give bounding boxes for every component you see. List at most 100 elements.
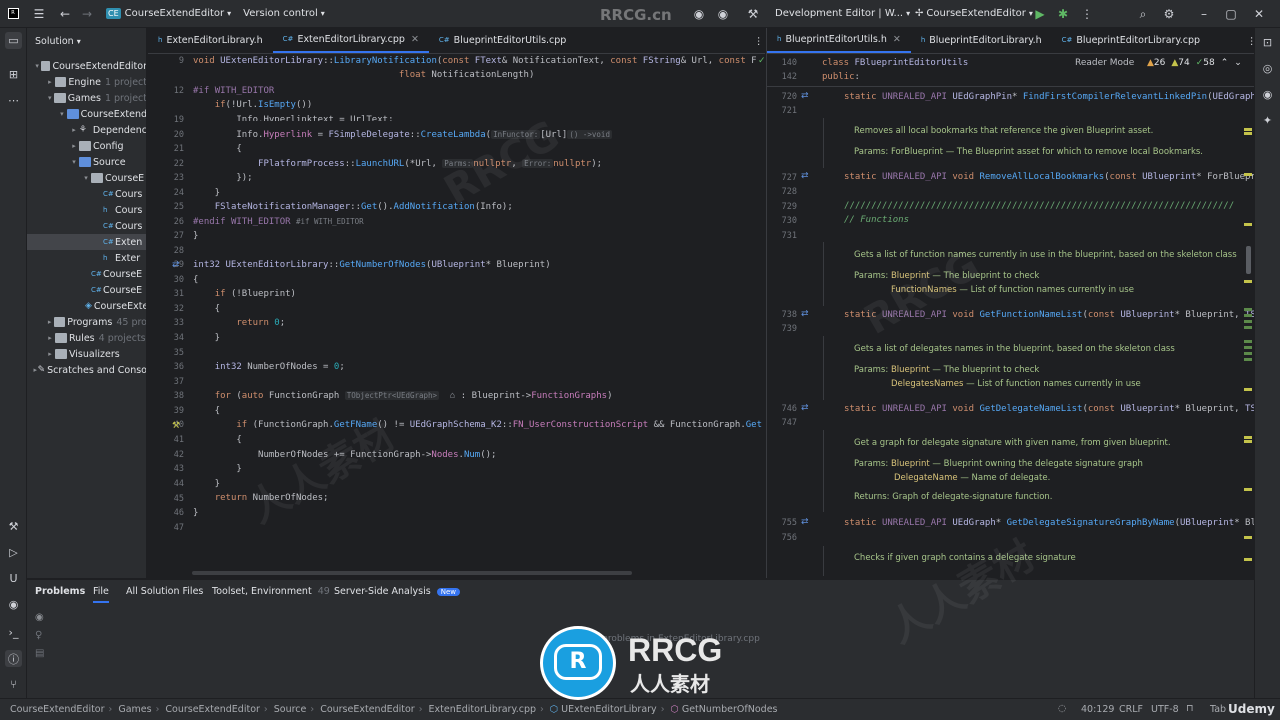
override-icon[interactable]: ⇄ [801,91,809,101]
run-target-selector[interactable]: ✢ CourseExtendEditor ▾ [915,8,1033,19]
debug-icon[interactable]: ✱ [1054,5,1072,23]
breadcrumb[interactable]: ExtenEditorLibrary.cpp [429,704,537,715]
tab-file[interactable]: File [93,586,109,603]
breadcrumb[interactable]: ⬡ GetNumberOfNodes [671,704,778,715]
chevron-up-icon[interactable]: ⌃ [1221,58,1229,68]
folder-icon[interactable]: ▭ [5,32,22,49]
eye-icon[interactable]: ◉ [35,612,44,623]
more-icon[interactable]: ⋮ [1078,5,1096,23]
vertical-scrollbar[interactable] [1246,246,1251,274]
tab-exteneditorlibrary-h[interactable]: h ExtenEditorLibrary.h [148,27,273,53]
tab-blueprinteditorutils-h[interactable]: h BlueprintEditorUtils.h ✕ [767,27,911,53]
tab-blueprinteditorlibrary-h[interactable]: h BlueprintEditorLibrary.h [911,27,1052,53]
filter-icon[interactable]: ▤ [35,648,44,659]
override-icon[interactable]: ⇄ [801,517,809,527]
override-icon[interactable]: ⇄ [172,260,180,270]
tree-item[interactable]: ▸ Engine 1 project [27,74,146,90]
tree-item[interactable]: ▸ ✎ Scratches and Conso [27,362,146,378]
tree-item[interactable]: C# CourseE [27,266,146,282]
chevron-down-icon[interactable]: ⌄ [1234,58,1242,68]
tab-blueprinteditorutils-cpp[interactable]: C# BlueprintEditorUtils.cpp [429,27,576,53]
tab-problems[interactable]: Problems [35,586,85,597]
tree-item-selected[interactable]: C# Exten [27,234,146,250]
structure-icon[interactable]: ⊞ [5,66,22,83]
build-config-selector[interactable]: Development Editor | W... ▾ [775,8,910,19]
line-endings[interactable]: CRLF [1119,704,1143,715]
unreal-icon[interactable]: U [5,570,22,587]
horizontal-scrollbar[interactable] [192,571,632,575]
run-icon[interactable]: ▷ [5,544,22,561]
main-menu-icon[interactable]: ☰ [30,5,48,23]
solution-title: Solution [35,36,74,47]
tree-item[interactable]: ▾ CourseExtend [27,106,146,122]
tab-toolset-environment[interactable]: Toolset, Environment 49 [212,586,330,597]
hammer-icon[interactable]: ⚒ [5,518,22,535]
scroll-marker [1244,223,1252,226]
unreal-icon[interactable]: ◉ [1259,86,1276,103]
unreal-icon[interactable]: ◉ [690,5,708,23]
hammer-icon[interactable]: ⚒ [744,5,762,23]
breadcrumb[interactable]: Games [118,704,151,715]
override-icon[interactable]: ⇄ [801,171,809,181]
override-icon[interactable]: ⇄ [801,309,809,319]
tree-item[interactable]: ▸ Rules 4 projects [27,330,146,346]
unreal-icon[interactable]: ◉ [714,5,732,23]
tree-item[interactable]: ▸ ⚘ Dependenc [27,122,146,138]
tree-item[interactable]: ▸ Visualizers [27,346,146,362]
git-icon[interactable]: ⑂ [5,676,22,693]
tab-all-solution-files[interactable]: All Solution Files [126,586,203,597]
tree-item[interactable]: ▸ Programs 45 pro [27,314,146,330]
code-line-720[interactable]: static UNREALED_API UEdGraphPin* FindFir… [844,90,1261,104]
ai-assistant-icon[interactable]: ✦ [1259,112,1276,129]
tree-item[interactable]: h Exter [27,250,146,266]
sync-icon[interactable]: ◌ [1058,703,1066,714]
project-selector[interactable]: CE CourseExtendEditor ▾ [106,8,231,19]
caret-position[interactable]: 40:129 [1081,704,1114,715]
forward-arrow-icon[interactable]: → [78,5,96,23]
tree-item[interactable]: ▾ CourseE [27,170,146,186]
encoding[interactable]: UTF-8 [1151,704,1179,715]
breadcrumb[interactable]: CourseExtendEditor [320,704,415,715]
notifications-icon[interactable]: ⊡ [1259,34,1276,51]
inspection-summary[interactable]: ▲26 ▲74 ✓58 ⌃ ⌄ [1147,58,1242,68]
tree-item[interactable]: ▸ Config [27,138,146,154]
unreal-icon[interactable]: ◉ [5,596,22,613]
database-icon[interactable]: ◎ [1259,60,1276,77]
back-arrow-icon[interactable]: ← [56,5,74,23]
more-icon[interactable]: ⋯ [5,92,22,109]
breadcrumb[interactable]: ⬡ UExtenEditorLibrary [550,704,657,715]
solution-header[interactable]: Solution ▾ [35,36,81,47]
tree-item[interactable]: ▾ Games 1 project [27,90,146,106]
tree-item[interactable]: ▾ CourseExtendEditor [27,58,146,74]
bulb-icon[interactable]: ♀ [35,630,42,641]
search-icon[interactable]: ⌕ [1134,5,1152,23]
close-icon[interactable]: ✕ [1250,5,1268,23]
close-icon[interactable]: ✕ [411,34,419,45]
override-icon[interactable]: ⇄ [801,403,809,413]
problems-icon[interactable]: ⓘ [5,650,22,667]
tab-exteneditorlibrary-cpp[interactable]: C# ExtenEditorLibrary.cpp ✕ [272,27,429,53]
vcs-menu[interactable]: Version control ▾ [243,8,325,19]
reader-mode-toggle[interactable]: Reader Mode [1075,58,1134,68]
indent[interactable]: Tab [1210,704,1226,715]
tree-item[interactable]: ◈ CourseExte [27,298,146,314]
tree-item[interactable]: C# CourseE [27,282,146,298]
run-icon[interactable]: ▶ [1031,5,1049,23]
breadcrumb[interactable]: Source [274,704,307,715]
terminal-icon[interactable]: ›_ [5,624,22,641]
gear-icon[interactable]: ⚙ [1160,5,1178,23]
breadcrumb[interactable]: CourseExtendEditor [165,704,260,715]
close-icon[interactable]: ✕ [893,34,901,45]
tab-server-side-analysis[interactable]: Server-Side Analysis New [334,586,460,597]
hammer-icon[interactable]: ⚒ [172,421,180,431]
code-area[interactable]: void UExtenEditorLibrary::LibraryNotific… [193,54,763,578]
tree-item[interactable]: ▾ Source [27,154,146,170]
breadcrumb[interactable]: CourseExtendEditor [10,704,105,715]
minimize-icon[interactable]: – [1195,5,1213,23]
tree-item[interactable]: h Cours [27,202,146,218]
lock-icon[interactable]: ⊓ [1186,703,1193,714]
tree-item[interactable]: C# Cours [27,186,146,202]
maximize-icon[interactable]: ▢ [1222,5,1240,23]
tab-blueprinteditorlibrary-cpp[interactable]: C# BlueprintEditorLibrary.cpp [1052,27,1210,53]
tree-item[interactable]: C# Cours [27,218,146,234]
